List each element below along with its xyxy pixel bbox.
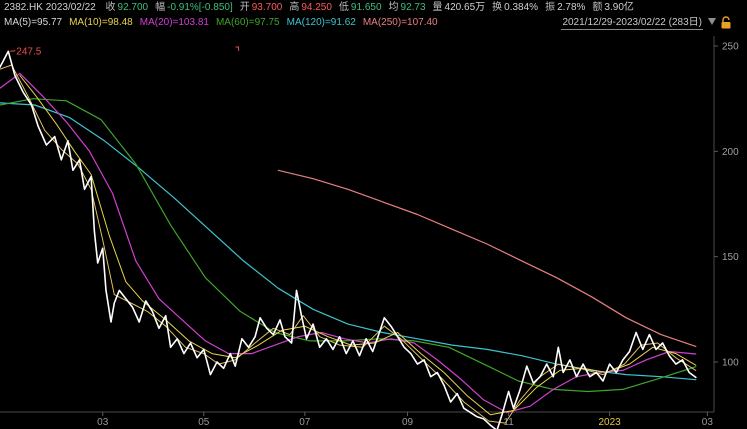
x-tick-label: 03 [702, 417, 714, 428]
x-tick-label: 2023 [599, 417, 622, 428]
series-ma10 [19, 75, 697, 416]
extreme-leader [10, 50, 16, 52]
x-tick-label: 11 [503, 417, 514, 428]
y-tick-label: 250 [722, 42, 739, 53]
extreme-marker: 247.5 [10, 46, 42, 57]
y-tick-label: 100 [722, 358, 739, 369]
x-tick-label: 07 [299, 417, 311, 428]
series-ma60 [0, 98, 697, 393]
y-tick-label: 200 [722, 147, 739, 158]
extreme-label: 247.5 [16, 46, 41, 57]
series-ma250 [277, 169, 697, 347]
y-tick-label: 150 [722, 252, 739, 263]
crosshair-corner-marker [235, 46, 240, 51]
series-ma120 [0, 102, 697, 381]
x-tick-label: 09 [402, 417, 414, 428]
x-tick-label: 05 [198, 417, 210, 428]
x-tick-label: 03 [97, 417, 109, 428]
series-close [0, 50, 697, 429]
price-chart[interactable]: 1001502002500305070911202303 247.567.55 [0, 0, 747, 429]
